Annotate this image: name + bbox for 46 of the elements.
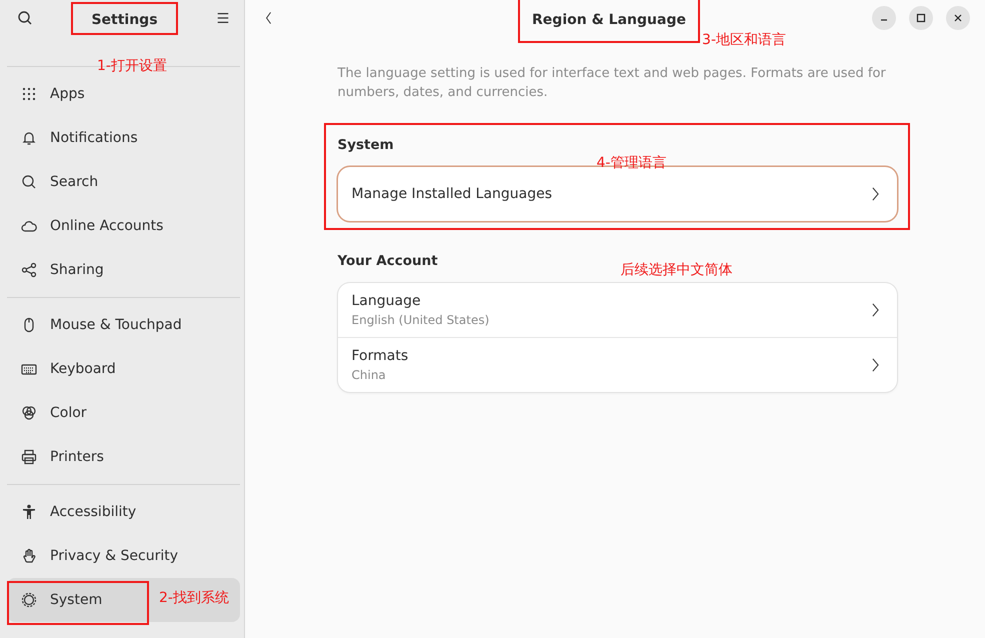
bell-icon xyxy=(21,130,37,146)
close-button[interactable] xyxy=(946,6,970,30)
row-title: Language xyxy=(352,293,422,309)
person-icon xyxy=(21,504,37,520)
annotation-note: 1-打开设置 xyxy=(97,57,167,75)
maximize-button[interactable] xyxy=(909,6,933,30)
sidebar-item[interactable]: Color xyxy=(7,391,240,435)
chevron-right-icon xyxy=(872,187,878,201)
share-icon xyxy=(21,262,37,278)
close-icon xyxy=(953,13,963,23)
section-heading: System xyxy=(338,137,395,153)
page-title: Region & Language xyxy=(532,12,686,28)
annotation-note: 2-找到系统 xyxy=(159,589,229,607)
color-icon xyxy=(21,405,37,421)
apps-icon xyxy=(21,86,37,102)
maximize-icon xyxy=(916,13,926,23)
annotation-note: 后续选择中文简体 xyxy=(620,261,732,279)
hand-icon xyxy=(21,548,37,564)
sidebar-item[interactable]: Printers xyxy=(7,435,240,479)
sidebar-item[interactable]: Search xyxy=(7,160,240,204)
back-icon[interactable] xyxy=(265,11,273,25)
sidebar-title: Settings xyxy=(91,12,158,28)
row-subtitle: English (United States) xyxy=(352,313,490,327)
row-subtitle: China xyxy=(352,368,387,382)
sidebar-item[interactable]: Sharing xyxy=(7,248,240,292)
gear-icon xyxy=(21,592,37,608)
cloud-icon xyxy=(21,218,37,234)
row-title: Formats xyxy=(352,348,408,364)
chevron-right-icon xyxy=(872,358,878,372)
settings-row[interactable]: Language English (United States) xyxy=(338,283,896,337)
sidebar-item[interactable]: Privacy & Security xyxy=(7,534,240,578)
menu-icon[interactable] xyxy=(216,11,230,25)
sidebar-item[interactable]: Keyboard xyxy=(7,347,240,391)
settings-row[interactable]: Formats China xyxy=(338,337,896,392)
sidebar-item[interactable]: Mouse & Touchpad xyxy=(7,303,240,347)
annotation-note: 3-地区和语言 xyxy=(702,30,786,48)
chevron-right-icon xyxy=(872,303,878,317)
sidebar-item[interactable]: Apps xyxy=(7,72,240,116)
sidebar-item[interactable]: Accessibility xyxy=(7,490,240,534)
sidebar-item[interactable]: Notifications xyxy=(7,116,240,160)
sidebar-item[interactable]: Online Accounts xyxy=(7,204,240,248)
printer-icon xyxy=(21,449,37,465)
row-title: Manage Installed Languages xyxy=(352,186,552,202)
description-text: The language setting is used for interface text and web pages. Formats are used for numbers, dates, and currencies. xyxy=(338,65,887,102)
search-icon xyxy=(21,174,37,190)
search-icon[interactable] xyxy=(17,10,33,26)
